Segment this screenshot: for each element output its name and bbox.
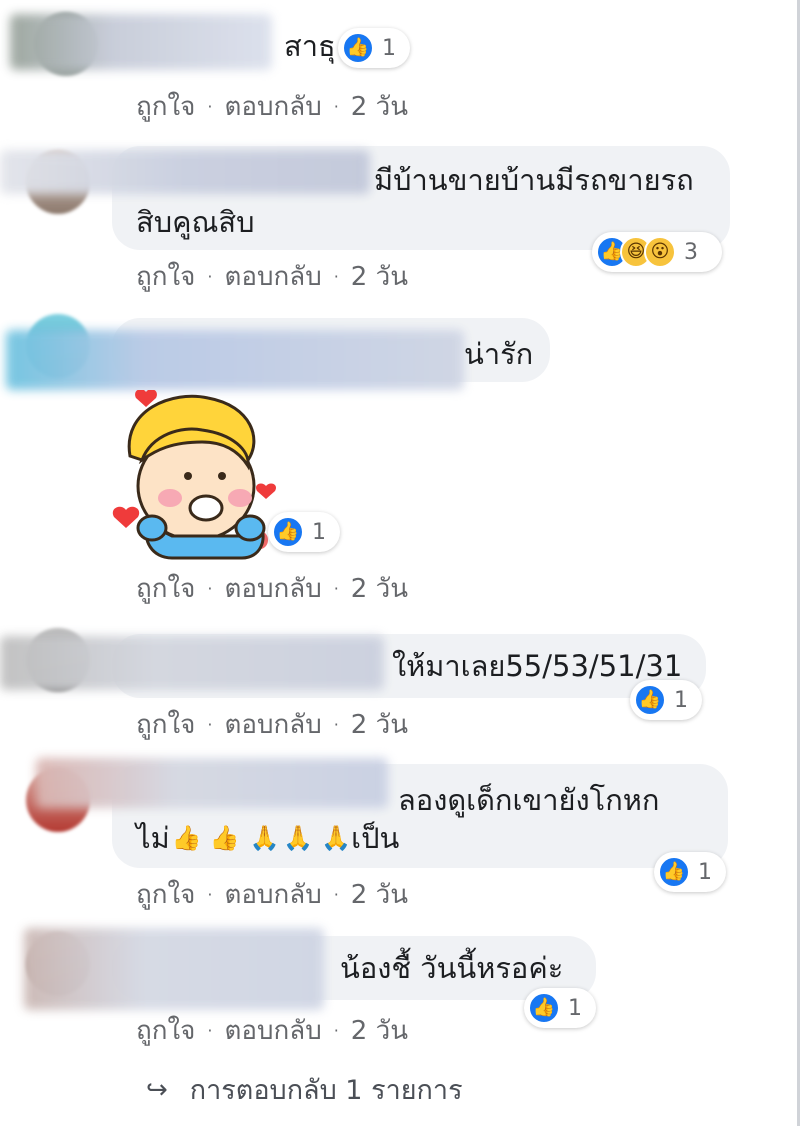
- commenter-name-blurred[interactable]: [0, 150, 370, 194]
- comment-actions: ถูกใจ · ตอบกลับ · 2 วัน: [136, 568, 408, 609]
- timestamp[interactable]: 2 วัน: [351, 874, 408, 915]
- praying-hands-emoji: 🙏: [249, 824, 280, 852]
- like-icon: 👍: [272, 516, 304, 548]
- reaction-count: 1: [382, 35, 396, 61]
- reaction-count: 1: [698, 859, 712, 885]
- like-icon: 👍: [528, 992, 560, 1024]
- separator: ·: [333, 579, 339, 598]
- like-link[interactable]: ถูกใจ: [136, 568, 195, 609]
- like-link[interactable]: ถูกใจ: [136, 86, 195, 127]
- wow-icon: 😮: [644, 236, 676, 268]
- comment-actions: ถูกใจ · ตอบกลับ · 2 วัน: [136, 86, 408, 127]
- reply-arrow-icon: ↪: [146, 1074, 168, 1105]
- heart-decoration: [112, 506, 140, 528]
- like-link[interactable]: ถูกใจ: [136, 256, 195, 297]
- comment-actions: ถูกใจ · ตอบกลับ · 2 วัน: [136, 704, 408, 745]
- timestamp[interactable]: 2 วัน: [351, 568, 408, 609]
- like-link[interactable]: ถูกใจ: [136, 704, 195, 745]
- comment-text: ให้มาเลย55/53/51/31: [392, 649, 683, 683]
- praying-hands-emoji: 🙏: [283, 824, 314, 852]
- reply-link[interactable]: ตอบกลับ: [225, 704, 322, 745]
- reply-link[interactable]: ตอบกลับ: [225, 568, 322, 609]
- commenter-name-blurred[interactable]: [24, 928, 324, 1010]
- heart-decoration: [255, 483, 277, 499]
- comment-text-line-2: สิบคูณสิบ: [136, 205, 255, 239]
- reaction-summary[interactable]: 👍 😆 😮 3: [592, 232, 722, 272]
- separator: ·: [333, 267, 339, 286]
- reply-link[interactable]: ตอบกลับ: [225, 86, 322, 127]
- separator: ·: [333, 97, 339, 116]
- like-icon: 👍: [342, 32, 374, 64]
- reply-link[interactable]: ตอบกลับ: [225, 874, 322, 915]
- separator: ·: [333, 885, 339, 904]
- reaction-summary[interactable]: 👍 1: [268, 512, 340, 552]
- comment-text: น้องชื้ วันนี้หรอค่ะ: [340, 951, 564, 985]
- reaction-summary[interactable]: 👍 1: [654, 852, 726, 892]
- separator: ·: [207, 715, 213, 734]
- comment-text-line-2: ไม่ 👍 👍 🙏 🙏 🙏 เป็น: [136, 818, 399, 858]
- reaction-count: 3: [684, 239, 698, 265]
- separator: ·: [207, 1021, 213, 1040]
- like-icon: 👍: [658, 856, 690, 888]
- view-replies-label: การตอบกลับ 1 รายการ: [189, 1075, 463, 1106]
- view-replies-link[interactable]: ↪ การตอบกลับ 1 รายการ: [146, 1068, 463, 1111]
- comment-text-part: ไม่: [136, 821, 170, 855]
- like-link[interactable]: ถูกใจ: [136, 874, 195, 915]
- comment-text: สาธุ: [284, 29, 336, 63]
- commenter-name-blurred[interactable]: [36, 758, 388, 808]
- timestamp[interactable]: 2 วัน: [351, 86, 408, 127]
- thumbs-up-emoji: 👍: [209, 824, 240, 852]
- timestamp[interactable]: 2 วัน: [351, 256, 408, 297]
- comment-actions: ถูกใจ · ตอบกลับ · 2 วัน: [136, 256, 408, 297]
- separator: ·: [207, 579, 213, 598]
- reply-link[interactable]: ตอบกลับ: [225, 1010, 322, 1051]
- comment-actions: ถูกใจ · ตอบกลับ · 2 วัน: [136, 874, 408, 915]
- reply-link[interactable]: ตอบกลับ: [225, 256, 322, 297]
- separator: ·: [207, 267, 213, 286]
- reaction-summary[interactable]: 👍 1: [524, 988, 596, 1028]
- praying-hands-emoji: 🙏: [321, 824, 352, 852]
- reaction-summary[interactable]: 👍 1: [338, 28, 410, 68]
- comment-text-line-1: มีบ้านขายบ้านมีรถขายรถ: [374, 163, 694, 197]
- reaction-summary[interactable]: 👍 1: [630, 680, 702, 720]
- commenter-name-blurred[interactable]: [6, 330, 464, 390]
- commenter-name-blurred[interactable]: [0, 636, 384, 690]
- comment-text: น่ารัก: [464, 337, 534, 371]
- separator: ·: [333, 1021, 339, 1040]
- thumbs-up-emoji: 👍: [171, 824, 202, 852]
- comment-text-part: เป็น: [351, 821, 400, 855]
- like-icon: 👍: [634, 684, 666, 716]
- boy-cheering-sticker[interactable]: [112, 390, 282, 562]
- separator: ·: [333, 715, 339, 734]
- reaction-count: 1: [674, 687, 688, 713]
- comment-text-line-1: ลองดูเด็กเขายังโกหก: [398, 783, 660, 817]
- like-link[interactable]: ถูกใจ: [136, 1010, 195, 1051]
- reaction-count: 1: [312, 519, 326, 545]
- comment-actions: ถูกใจ · ตอบกลับ · 2 วัน: [136, 1010, 408, 1051]
- timestamp[interactable]: 2 วัน: [351, 704, 408, 745]
- reaction-count: 1: [568, 995, 582, 1021]
- timestamp[interactable]: 2 วัน: [351, 1010, 408, 1051]
- separator: ·: [207, 97, 213, 116]
- separator: ·: [207, 885, 213, 904]
